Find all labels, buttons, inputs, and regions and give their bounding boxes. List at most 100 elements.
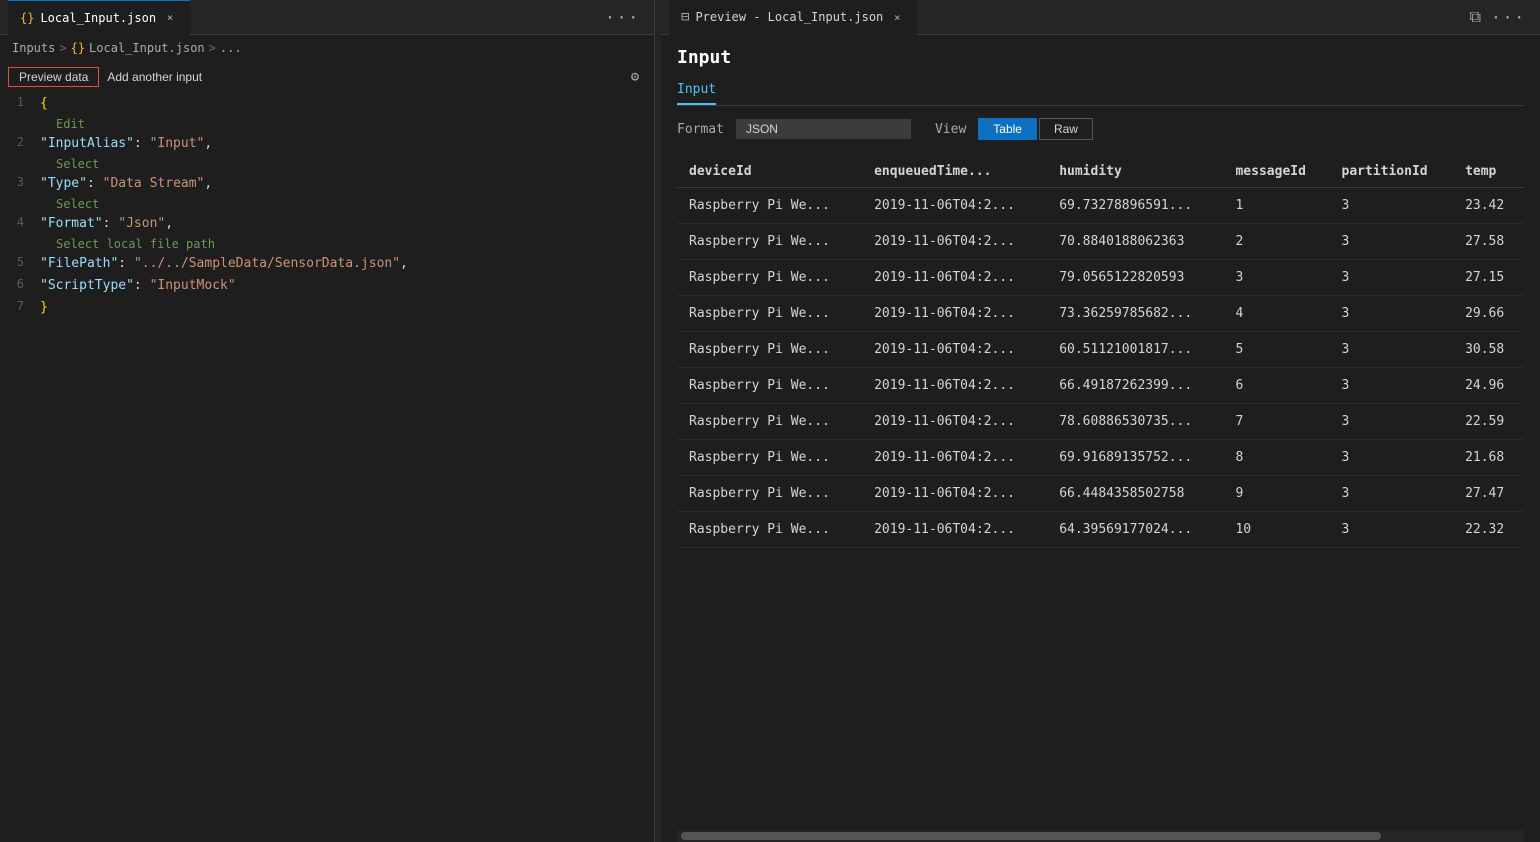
table-cell: Raspberry Pi We... bbox=[677, 224, 862, 260]
left-panel: {} Local_Input.json × ··· Inputs > {} Lo… bbox=[0, 0, 655, 842]
table-cell: 73.36259785682... bbox=[1047, 296, 1223, 332]
hint-select-1: Select bbox=[0, 155, 654, 173]
table-cell: 10 bbox=[1223, 512, 1329, 548]
preview-tab-icon: ⊟ bbox=[681, 9, 689, 25]
view-button-group: TableRaw bbox=[978, 118, 1093, 140]
code-line-7: 7 } bbox=[0, 297, 654, 319]
line-number-1: 1 bbox=[0, 93, 40, 109]
table-cell: 1 bbox=[1223, 188, 1329, 224]
data-table-wrapper[interactable]: deviceId enqueuedTime... humidity messag… bbox=[677, 156, 1524, 826]
add-input-button[interactable]: Add another input bbox=[107, 70, 202, 84]
right-tab-active[interactable]: ⊟ Preview - Local_Input.json × bbox=[669, 0, 917, 35]
table-cell: 3 bbox=[1330, 188, 1454, 224]
line-number-6: 6 bbox=[0, 275, 40, 291]
code-line-3: 3 "Type": "Data Stream", bbox=[0, 173, 654, 195]
col-enqueuedtime: enqueuedTime... bbox=[862, 156, 1047, 188]
line-number-7: 7 bbox=[0, 297, 40, 313]
breadcrumb-ellipsis: ... bbox=[220, 41, 242, 55]
code-line-2: 2 "InputAlias": "Input", bbox=[0, 133, 654, 155]
left-toolbar: Preview data Add another input ⚙ bbox=[0, 61, 654, 93]
line-content-7: } bbox=[40, 297, 654, 319]
line-number-4: 4 bbox=[0, 213, 40, 229]
table-cell: 3 bbox=[1330, 476, 1454, 512]
table-row: Raspberry Pi We...2019-11-06T04:2...78.6… bbox=[677, 404, 1524, 440]
table-cell: Raspberry Pi We... bbox=[677, 476, 862, 512]
table-cell: Raspberry Pi We... bbox=[677, 368, 862, 404]
right-tab-close[interactable]: × bbox=[889, 9, 905, 25]
table-cell: 4 bbox=[1223, 296, 1329, 332]
table-row: Raspberry Pi We...2019-11-06T04:2...66.4… bbox=[677, 368, 1524, 404]
line-content-3: "Type": "Data Stream", bbox=[40, 173, 654, 195]
raw-view-button[interactable]: Raw bbox=[1039, 118, 1093, 140]
table-header-row: deviceId enqueuedTime... humidity messag… bbox=[677, 156, 1524, 188]
horiz-scroll-thumb[interactable] bbox=[681, 832, 1381, 840]
breadcrumb-inputs: Inputs bbox=[12, 41, 55, 55]
table-cell: 3 bbox=[1330, 332, 1454, 368]
right-tab-label: Preview - Local_Input.json bbox=[695, 10, 883, 24]
table-cell: 79.0565122820593 bbox=[1047, 260, 1223, 296]
table-cell: 5 bbox=[1223, 332, 1329, 368]
table-cell: 2019-11-06T04:2... bbox=[862, 188, 1047, 224]
right-tab-bar: ⊟ Preview - Local_Input.json × ⧉ ··· bbox=[661, 0, 1540, 35]
breadcrumb-file: Local_Input.json bbox=[89, 41, 205, 55]
data-table: deviceId enqueuedTime... humidity messag… bbox=[677, 156, 1524, 548]
breadcrumb-icon: {} bbox=[71, 41, 85, 55]
format-view-row: Format View TableRaw bbox=[677, 118, 1524, 140]
table-cell: 2019-11-06T04:2... bbox=[862, 476, 1047, 512]
table-cell: 22.32 bbox=[1453, 512, 1524, 548]
preview-title: Input bbox=[677, 47, 1524, 68]
table-cell: 3 bbox=[1330, 224, 1454, 260]
right-tab-bar-actions: ⧉ ··· bbox=[1464, 3, 1532, 31]
table-cell: 30.58 bbox=[1453, 332, 1524, 368]
table-cell: 3 bbox=[1330, 260, 1454, 296]
format-input[interactable] bbox=[736, 119, 911, 139]
table-cell: 27.47 bbox=[1453, 476, 1524, 512]
table-cell: 3 bbox=[1330, 368, 1454, 404]
table-cell: 6 bbox=[1223, 368, 1329, 404]
table-cell: 2019-11-06T04:2... bbox=[862, 260, 1047, 296]
line-content-5: "FilePath": "../../SampleData/SensorData… bbox=[40, 253, 654, 275]
table-row: Raspberry Pi We...2019-11-06T04:2...73.3… bbox=[677, 296, 1524, 332]
left-tab-more[interactable]: ··· bbox=[599, 4, 646, 31]
table-cell: 69.73278896591... bbox=[1047, 188, 1223, 224]
horizontal-scrollbar[interactable] bbox=[677, 830, 1524, 842]
line-content-4: "Format": "Json", bbox=[40, 213, 654, 235]
table-cell: 27.58 bbox=[1453, 224, 1524, 260]
hint-select-file: Select local file path bbox=[0, 235, 654, 253]
breadcrumb: Inputs > {} Local_Input.json > ... bbox=[0, 35, 654, 61]
code-editor[interactable]: 1 { Edit 2 "InputAlias": "Input", Select… bbox=[0, 93, 654, 842]
table-cell: 29.66 bbox=[1453, 296, 1524, 332]
preview-container: Input Input Format View TableRaw deviceI… bbox=[661, 35, 1540, 842]
table-cell: 22.59 bbox=[1453, 404, 1524, 440]
code-line-6: 6 "ScriptType": "InputMock" bbox=[0, 275, 654, 297]
table-cell: 69.91689135752... bbox=[1047, 440, 1223, 476]
col-partitionid: partitionId bbox=[1330, 156, 1454, 188]
table-cell: 7 bbox=[1223, 404, 1329, 440]
left-tab-active[interactable]: {} Local_Input.json × bbox=[8, 0, 190, 35]
col-humidity: humidity bbox=[1047, 156, 1223, 188]
table-cell: Raspberry Pi We... bbox=[677, 404, 862, 440]
preview-tab-input[interactable]: Input bbox=[677, 76, 716, 105]
hint-select-2: Select bbox=[0, 195, 654, 213]
col-deviceid: deviceId bbox=[677, 156, 862, 188]
table-view-button[interactable]: Table bbox=[978, 118, 1037, 140]
table-cell: Raspberry Pi We... bbox=[677, 296, 862, 332]
table-row: Raspberry Pi We...2019-11-06T04:2...66.4… bbox=[677, 476, 1524, 512]
table-row: Raspberry Pi We...2019-11-06T04:2...69.7… bbox=[677, 188, 1524, 224]
table-cell: 3 bbox=[1330, 512, 1454, 548]
table-cell: 2019-11-06T04:2... bbox=[862, 224, 1047, 260]
table-cell: Raspberry Pi We... bbox=[677, 188, 862, 224]
split-editor-icon[interactable]: ⧉ bbox=[1470, 7, 1483, 27]
left-tab-close[interactable]: × bbox=[162, 10, 178, 26]
code-line-4: 4 "Format": "Json", bbox=[0, 213, 654, 235]
preview-tab-row: Input bbox=[677, 76, 1524, 106]
json-file-icon: {} bbox=[20, 11, 34, 25]
col-temp: temp bbox=[1453, 156, 1524, 188]
preview-data-button[interactable]: Preview data bbox=[8, 67, 99, 87]
table-cell: 2019-11-06T04:2... bbox=[862, 512, 1047, 548]
table-cell: 70.8840188062363 bbox=[1047, 224, 1223, 260]
settings-icon[interactable]: ⚙ bbox=[624, 66, 646, 88]
table-cell: 3 bbox=[1330, 296, 1454, 332]
right-more-button[interactable]: ··· bbox=[1491, 8, 1526, 27]
table-cell: 27.15 bbox=[1453, 260, 1524, 296]
